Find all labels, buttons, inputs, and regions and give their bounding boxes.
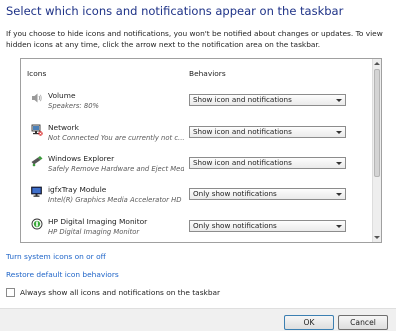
icons-table-panel: Icons Behaviors Volume Speakers: 80% Sho… <box>20 58 382 243</box>
page-title: Select which icons and notifications app… <box>6 4 344 18</box>
behavior-select-hp-monitor[interactable]: Only show notifications <box>189 220 346 232</box>
select-value: Show icon and notifications <box>193 158 292 167</box>
description-text: If you choose to hide icons and notifica… <box>6 29 383 49</box>
table-row: HP Digital Imaging Monitor HP Digital Im… <box>21 216 371 242</box>
restore-defaults-link[interactable]: Restore default icon behaviors <box>6 270 119 279</box>
behavior-select-volume[interactable]: Show icon and notifications <box>189 94 346 106</box>
behavior-select-igfxtray[interactable]: Only show notifications <box>189 188 346 200</box>
scrollbar-thumb[interactable] <box>374 69 380 177</box>
scroll-down-arrow-icon[interactable] <box>373 233 381 242</box>
select-value: Show icon and notifications <box>193 127 292 136</box>
row-subtitle: HP Digital Imaging Monitor <box>48 228 140 236</box>
table-row: igfxTray Module Intel(R) Graphics Media … <box>21 184 371 214</box>
chevron-down-icon <box>336 131 342 134</box>
usb-icon <box>31 155 43 167</box>
row-subtitle: Intel(R) Graphics Media Accelerator HD <box>48 196 182 204</box>
row-subtitle: Safely Remove Hardware and Eject Med... <box>48 165 184 173</box>
behavior-select-windows-explorer[interactable]: Show icon and notifications <box>189 157 346 169</box>
column-header-icons: Icons <box>27 69 47 78</box>
hp-icon <box>31 218 43 230</box>
table-row: Windows Explorer Safely Remove Hardware … <box>21 153 371 183</box>
dialog-footer: OK Cancel <box>0 308 396 331</box>
always-show-checkbox[interactable] <box>6 288 15 297</box>
table-row: Network Not Connected You are currently … <box>21 122 371 152</box>
row-subtitle: Not Connected You are currently not c... <box>48 134 184 142</box>
row-subtitle: Speakers: 80% <box>48 102 99 110</box>
chevron-down-icon <box>336 193 342 196</box>
chevron-down-icon <box>336 225 342 228</box>
select-value: Only show notifications <box>193 221 277 230</box>
row-name: Network <box>48 123 79 132</box>
always-show-label[interactable]: Always show all icons and notifications … <box>20 288 220 297</box>
ok-button[interactable]: OK <box>284 315 334 330</box>
network-icon <box>31 124 43 136</box>
behavior-select-network[interactable]: Show icon and notifications <box>189 126 346 138</box>
column-header-behaviors: Behaviors <box>189 69 226 78</box>
row-name: Volume <box>48 91 76 100</box>
select-value: Only show notifications <box>193 189 277 198</box>
table-row: Volume Speakers: 80% Show icon and notif… <box>21 90 371 120</box>
scroll-up-arrow-icon[interactable] <box>373 59 381 68</box>
chevron-down-icon <box>336 99 342 102</box>
chevron-down-icon <box>336 162 342 165</box>
row-name: Windows Explorer <box>48 154 115 163</box>
speaker-icon <box>31 92 43 104</box>
row-name: igfxTray Module <box>48 185 107 194</box>
monitor-icon <box>31 186 43 198</box>
select-value: Show icon and notifications <box>193 95 292 104</box>
turn-system-icons-link[interactable]: Turn system icons on or off <box>6 252 106 261</box>
row-name: HP Digital Imaging Monitor <box>48 217 148 226</box>
vertical-scrollbar[interactable] <box>372 59 381 242</box>
cancel-button[interactable]: Cancel <box>338 315 388 330</box>
